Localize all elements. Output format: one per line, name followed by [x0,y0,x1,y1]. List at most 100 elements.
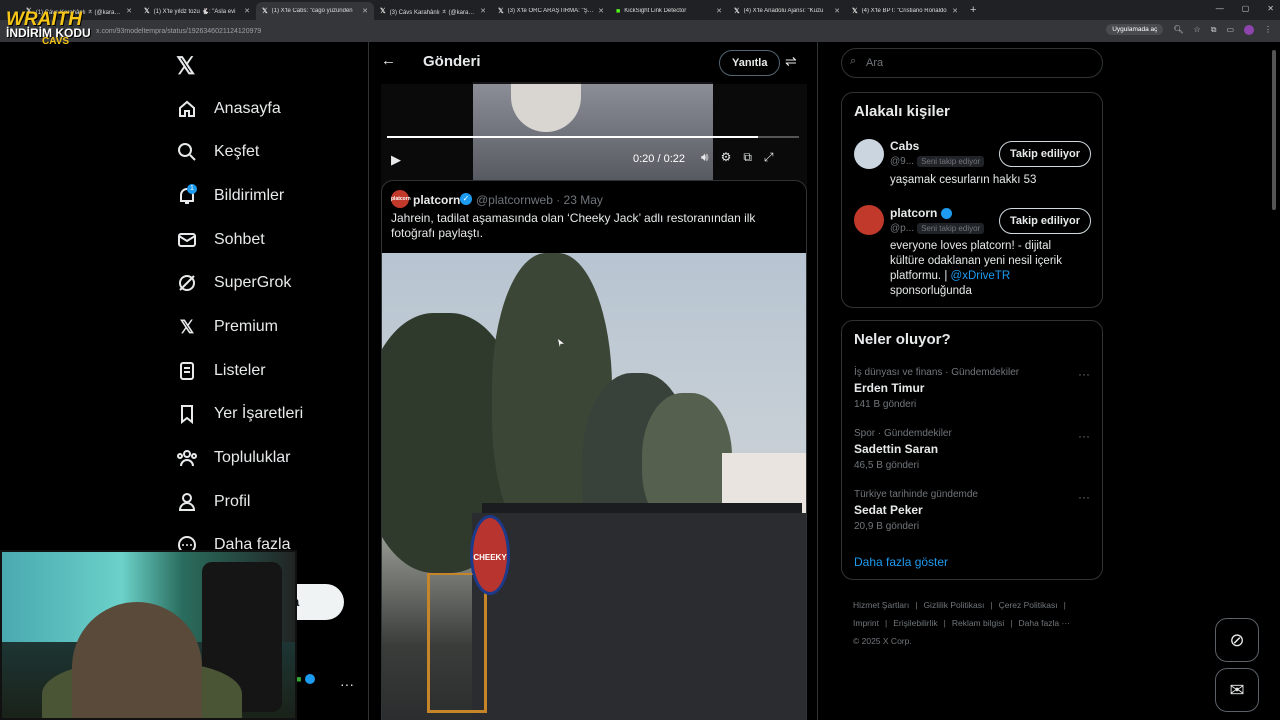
nav-item-supergrok[interactable]: SuperGrok [176,272,291,294]
profile-sync-icon[interactable]: ▭ [1226,25,1234,34]
browser-tab[interactable]: 𝕏 (3) X'te ORC ARAŞTIRMA: "ŞİVA ✕ [492,2,610,20]
footer-separator: | [1010,618,1013,628]
person-handle: @9... Seni takip ediyor [890,156,985,167]
page-scrollbar[interactable] [1272,50,1276,210]
avatar[interactable] [854,139,884,169]
search-icon [176,141,198,163]
page-title: Gönderi [423,53,481,70]
bio-link[interactable]: @xDriveTR [951,270,1011,282]
quoted-text: Jahrein, tadilat aşamasında olan ‘Cheeky… [391,211,756,240]
main-column: ← Gönderi Yanıtla ⇌ ▶ 0:20 / 0:22 🔊︎ ⚙ ⧉… [368,42,818,720]
footer-link[interactable]: Hizmet Şartları [853,600,909,610]
more-icon[interactable]: ··· [1078,367,1090,381]
maximize-icon[interactable]: ▢ [1242,4,1250,13]
following-button[interactable]: Takip ediliyor [999,141,1091,167]
new-tab-icon[interactable]: + [970,4,976,16]
zoom-icon[interactable]: 🔍︎ [1173,25,1183,34]
close-window-icon[interactable]: ✕ [1267,4,1274,13]
play-icon[interactable]: ▶ [391,152,401,168]
account-switcher[interactable]: ■ [296,674,316,684]
quoted-author-name[interactable]: platcorn [413,193,460,207]
open-in-app-button[interactable]: Uygulamada aç [1106,24,1164,35]
nav-item-premium[interactable]: 𝕏 Premium [176,316,278,338]
browser-tab[interactable]: 𝕏 (4) X'te BPT: "Cristiano Ronaldo ✕ [846,2,964,20]
close-icon[interactable]: ✕ [362,7,368,15]
search-icon: ⌕ [850,55,857,67]
settings-icon[interactable]: ⚙ [721,150,732,165]
bookmark-icon [176,403,198,425]
grok-fab-button[interactable]: ⊘ [1215,618,1259,662]
show-more-link[interactable]: Daha fazla göster [854,555,948,569]
follows-you-badge: Seni takip ediyor [917,156,985,167]
browser-menu-icon[interactable]: ⋮ [1264,25,1272,34]
quoted-photo[interactable]: CHEEKY [382,253,806,720]
nav-item-lists[interactable]: Listeler [176,360,266,382]
browser-tab-active[interactable]: 𝕏 (1) X'te Cabs: "cago yüzünden ✕ [256,2,374,20]
volume-icon[interactable]: 🔊︎ [701,150,709,165]
close-icon[interactable]: ✕ [126,7,132,15]
avatar[interactable] [854,205,884,235]
messages-fab-button[interactable]: ✉ [1215,668,1259,712]
extensions-icon[interactable]: ⧉ [1211,25,1217,35]
video-time: 0:20 / 0:22 [633,153,685,165]
nav-item-bookmarks[interactable]: Yer İşaretleri [176,403,303,425]
quoted-tweet[interactable]: platcorn platcorn ✓ @platcornweb · 23 Ma… [381,180,807,720]
footer-link[interactable]: Imprint [853,618,879,628]
trend-title[interactable]: Sadettin Saran [854,442,938,456]
mail-icon: ✉ [1229,680,1245,700]
quoted-avatar[interactable]: platcorn [391,190,411,208]
footer-link[interactable]: Daha fazla ··· [1018,618,1070,628]
video-controls: 🔊︎ ⚙ ⧉ ⤢ [701,150,774,165]
x-icon: 𝕏 [179,316,195,337]
nav-item-communities[interactable]: Topluluklar [176,447,290,469]
close-icon[interactable]: ✕ [598,7,604,15]
close-icon[interactable]: ✕ [716,7,722,15]
trend-title[interactable]: Erden Timur [854,381,924,395]
nav-item-profile[interactable]: Profil [176,491,250,513]
trend-meta: İş dünyası ve finans · Gündemdekiler [854,367,1020,378]
trend-title[interactable]: Sedat Peker [854,503,923,517]
grok-icon: ⊘ [1229,630,1245,650]
footer-link[interactable]: Çerez Politikası [999,600,1058,610]
minimize-icon[interactable]: — [1216,4,1224,13]
close-icon[interactable]: ✕ [952,7,958,15]
community-icon [176,447,198,469]
browser-tab[interactable]: 𝕏 (3) Cávs Karahânlı ㅊ (@karahan ✕ [374,2,492,20]
video-progress-bar[interactable] [387,136,799,138]
nav-item-home[interactable]: Anasayfa [176,98,281,120]
browser-tab[interactable]: 𝕏 (4) X'te Anadolu Ajansı: "Kuzu ✕ [728,2,846,20]
x-logo-icon[interactable]: 𝕏 [176,52,195,81]
photo-scaffold [427,573,487,713]
x-favicon-icon: 𝕏 [852,8,858,15]
search-input[interactable]: Ara [841,48,1103,78]
url-field[interactable]: x.com/93modeltempra/status/1926346021124… [96,28,261,35]
footer-link[interactable]: Gizlilik Politikası [923,600,984,610]
close-icon[interactable]: ✕ [834,7,840,15]
close-icon[interactable]: ✕ [480,7,486,15]
nav-item-explore[interactable]: Keşfet [176,141,259,163]
star-icon[interactable]: ☆ [1194,25,1201,34]
browser-tab[interactable]: 𝕏 (1) X'te yıldz tozu 🐇: "Asla evi ✕ [138,2,256,20]
footer-separator: | [1063,600,1066,610]
footer-link[interactable]: Reklam bilgisi [952,618,1004,628]
filter-icon[interactable]: ⇌ [785,53,797,70]
related-people-panel: Alakalı kişiler Cabs @9... Seni takip edi… [841,92,1103,308]
footer-link[interactable]: Erişilebilirlik [893,618,937,628]
back-arrow-icon[interactable]: ← [381,52,396,69]
more-icon[interactable]: ··· [1078,490,1090,504]
restaurant-sign: CHEEKY [470,515,510,595]
person-name[interactable]: platcorn [890,206,952,220]
browser-tab[interactable]: ■ KickSight Link Detector ✕ [610,2,728,20]
fullscreen-icon[interactable]: ⤢ [764,150,774,165]
person-name[interactable]: Cabs [890,139,919,153]
following-button[interactable]: Takip ediliyor [999,208,1091,234]
notification-badge: 1 [187,184,197,194]
nav-item-chat[interactable]: Sohbet [176,229,265,251]
reply-button[interactable]: Yanıtla [719,50,781,76]
more-icon[interactable]: ··· [1078,429,1090,443]
pip-icon[interactable]: ⧉ [743,150,752,165]
profile-avatar[interactable] [1244,24,1254,35]
profile-icon [176,491,198,513]
close-icon[interactable]: ✕ [244,7,250,15]
account-more-icon[interactable]: ··· [340,676,354,692]
